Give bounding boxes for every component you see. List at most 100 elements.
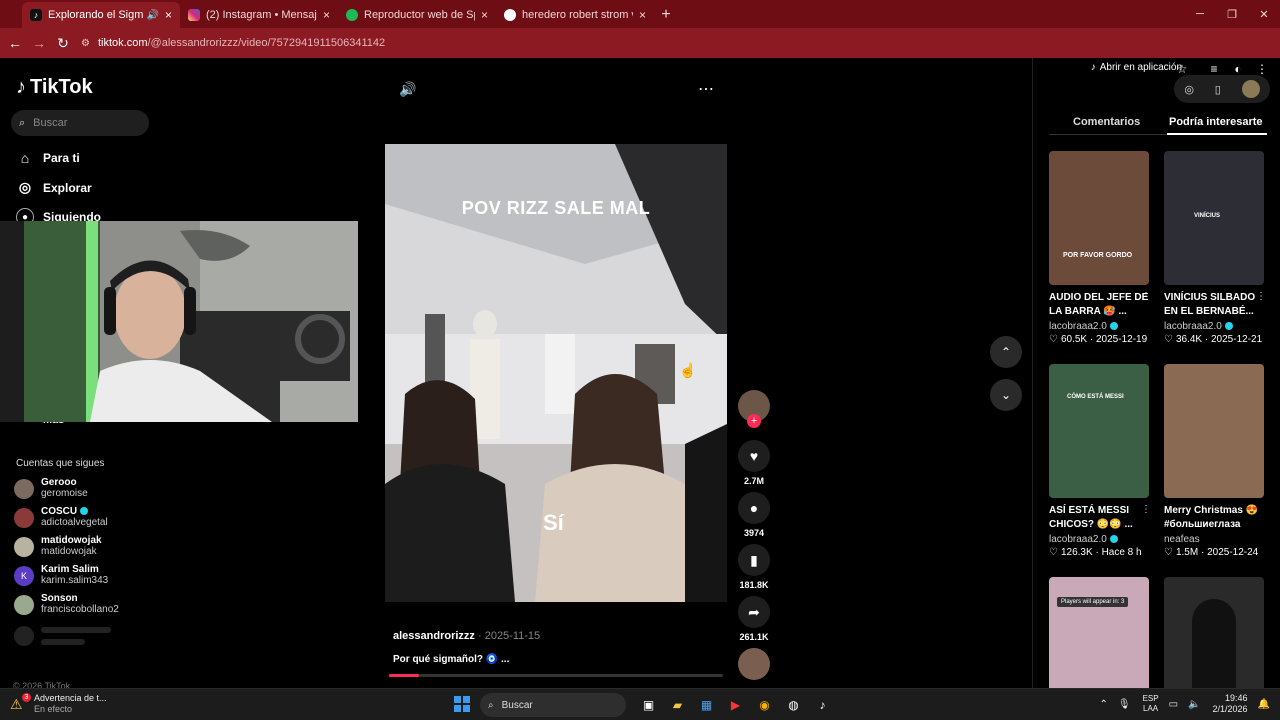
home-icon: ⌂: [20, 150, 30, 166]
share-button[interactable]: ➦ 261.1K: [738, 596, 770, 642]
reload-icon[interactable]: ↻: [51, 35, 75, 52]
more-options-icon[interactable]: ⋮: [1141, 504, 1151, 515]
notifications-icon[interactable]: 🔔: [1258, 699, 1270, 710]
minimize-icon[interactable]: ─: [1184, 0, 1216, 28]
nav-explore[interactable]: ◎ Explorar: [16, 179, 92, 196]
taskbar-search[interactable]: ⌕ Buscar: [480, 693, 626, 717]
tab-comments[interactable]: Comentarios: [1073, 116, 1140, 128]
follow-plus-icon[interactable]: +: [747, 414, 761, 428]
tab-instagram[interactable]: (2) Instagram • Mensajes ×: [180, 2, 338, 28]
previous-video-button[interactable]: ⌃: [990, 336, 1022, 368]
account-item[interactable]: Sonson franciscobollano2: [14, 593, 119, 616]
keyboard-layout: LAA: [1143, 704, 1159, 713]
more-options-icon[interactable]: ⋯: [698, 79, 714, 99]
heart-icon: ♡: [1049, 334, 1058, 345]
cursor-icon: ☝: [679, 362, 697, 378]
account-handle: karim.salim343: [41, 575, 109, 586]
video-author[interactable]: alessandrorizzz · 2025-11-15: [393, 630, 540, 642]
next-video-button[interactable]: ⌄: [990, 379, 1022, 411]
volume-icon[interactable]: 🔊: [399, 81, 416, 98]
card-date: 2025-12-21: [1211, 334, 1263, 345]
restore-icon[interactable]: ❐: [1216, 0, 1248, 28]
tab-title: Explorando el Sigmañol: Ri: [48, 9, 143, 21]
account-item[interactable]: matidowojak matidowojak: [14, 535, 102, 558]
tab-tiktok[interactable]: ♪ Explorando el Sigmañol: Ri 🔊 ×: [22, 2, 180, 28]
notification-badge: 3: [22, 693, 31, 702]
search-icon: ⌕: [488, 699, 494, 711]
thumbnail-text: Players will appear in: 3: [1057, 597, 1129, 607]
avatar: [14, 478, 34, 499]
file-explorer-icon[interactable]: ▰: [663, 694, 692, 716]
speaker-icon[interactable]: 🔈: [1188, 699, 1200, 710]
close-icon[interactable]: ×: [481, 8, 488, 22]
system-tray: ⌃ 🎙 ESP LAA ▭ 🔈 19:46 2/1/2026 🔔: [1089, 693, 1270, 715]
tab-title: (2) Instagram • Mensajes: [206, 9, 317, 21]
clock[interactable]: 19:46 2/1/2026: [1213, 693, 1248, 715]
tiktok-favicon-icon: ♪: [30, 9, 42, 21]
windows-start-icon[interactable]: [454, 696, 470, 712]
heart-icon: ♥: [738, 440, 770, 472]
webcam-overlay: [0, 221, 358, 422]
close-icon[interactable]: ×: [639, 8, 646, 22]
like-button[interactable]: ♥ 2.7M: [738, 440, 770, 486]
warning-icon: ⚠ 3: [10, 693, 31, 712]
compass-icon[interactable]: ◎: [1184, 83, 1194, 96]
speaker-icon[interactable]: 🔊: [147, 10, 159, 21]
tab-suggestions[interactable]: Podría interesarte: [1169, 116, 1263, 128]
video-player[interactable]: POV RIZZ SALE MAL Sí: [385, 144, 727, 602]
sound-avatar-button[interactable]: [738, 648, 770, 680]
tab-google[interactable]: heredero robert strom vs baule ×: [496, 2, 654, 28]
task-view-icon[interactable]: ▣: [634, 694, 663, 716]
language-indicator[interactable]: ESP LAA: [1143, 694, 1159, 714]
network-icon[interactable]: ▭: [1169, 699, 1178, 710]
suggested-video-card[interactable]: POR FAVOR GORDO AUDIO DEL JEFE DE LA BAR…: [1049, 151, 1151, 345]
tiktok-logo[interactable]: ♪ TikTok: [16, 76, 93, 99]
steam-icon[interactable]: ◍: [779, 694, 808, 716]
share-icon: ➦: [738, 596, 770, 628]
search-input[interactable]: ⌕ Buscar: [11, 110, 149, 136]
save-button[interactable]: ▮ 181.8K: [738, 544, 770, 590]
account-item[interactable]: Gerooo geromoise: [14, 477, 88, 500]
chrome-icon[interactable]: ◉: [750, 694, 779, 716]
forward-icon[interactable]: →: [27, 35, 51, 51]
site-info-icon[interactable]: ⚙: [81, 38, 90, 49]
tiktok-app-icon[interactable]: ♪: [808, 694, 837, 716]
account-name: Gerooo: [41, 477, 77, 488]
card-title: AUDIO DEL JEFE DE LA BARRA 🥵 ...: [1049, 292, 1149, 317]
tab-spotify[interactable]: Reproductor web de Spotify: m ×: [338, 2, 496, 28]
chevron-up-icon[interactable]: ⌃: [1099, 699, 1107, 710]
comment-button[interactable]: ● 3974: [738, 492, 770, 538]
instagram-favicon-icon: [188, 9, 200, 21]
video-caption: Sí: [543, 510, 564, 535]
chevron-up-icon: ⌃: [1000, 345, 1012, 359]
microphone-icon[interactable]: 🎙: [1118, 699, 1131, 710]
warning-notification[interactable]: ⚠ 3 Advertencia de t... En efecto: [10, 693, 107, 715]
close-icon[interactable]: ×: [165, 8, 172, 22]
video-progress-bar[interactable]: [389, 674, 723, 677]
card-title: ASÍ ESTÁ MESSI CHICOS? 😳😳 ...: [1049, 505, 1133, 530]
card-likes: 126.3K: [1060, 547, 1093, 558]
verified-badge-icon: [1224, 322, 1233, 331]
account-item[interactable]: COSCU adictoalvegetal: [14, 506, 108, 529]
back-icon[interactable]: ←: [3, 35, 27, 51]
new-tab-button[interactable]: +: [654, 2, 678, 28]
suggested-video-card[interactable]: VINÍCIUS VINÍCIUS SILBADO EN EL BERNABÉ.…: [1164, 151, 1266, 345]
suggested-video-card[interactable]: Merry Christmas 😍 #большиеглаза neafeas …: [1164, 364, 1264, 558]
more-options-icon[interactable]: ⋮: [1256, 291, 1266, 302]
nav-for-you[interactable]: ⌂ Para ti: [16, 150, 80, 166]
card-likes: 1.5M: [1175, 547, 1199, 558]
store-icon[interactable]: ▦: [692, 694, 721, 716]
suggested-video-card[interactable]: CÓMO ESTÁ MESSI ASÍ ESTÁ MESSI CHICOS? 😳…: [1049, 364, 1151, 558]
card-date: 2025-12-19: [1096, 334, 1148, 345]
close-window-icon[interactable]: ✕: [1248, 0, 1280, 28]
avatar[interactable]: [1241, 80, 1260, 98]
youtube-icon[interactable]: ▶: [721, 694, 750, 716]
account-item[interactable]: K Karim Salim karim.salim343: [14, 564, 108, 587]
phone-icon[interactable]: ▯: [1215, 83, 1221, 96]
author-avatar-button[interactable]: +: [738, 390, 770, 428]
thumbnail-text: VINÍCIUS: [1194, 213, 1221, 219]
more-options-icon[interactable]: ⋮: [1141, 291, 1151, 302]
tiktok-logo-icon: ♪: [16, 76, 26, 98]
close-icon[interactable]: ×: [323, 8, 330, 22]
url-field[interactable]: ⚙ tiktok.com/@alessandrorizzz/video/7572…: [81, 37, 385, 49]
